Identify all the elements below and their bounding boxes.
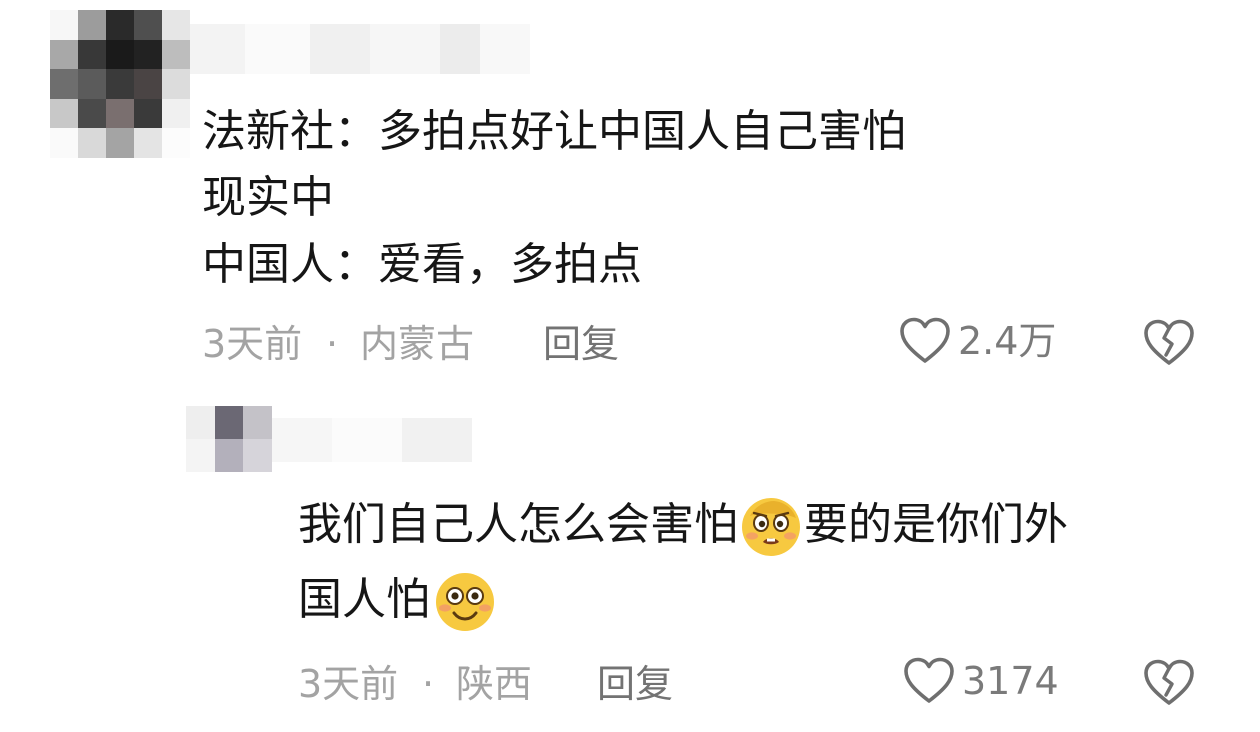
comment-text-line: 国人怕: [298, 567, 496, 633]
like-button[interactable]: 2.4万: [898, 316, 1056, 366]
comment-time: 3天前: [202, 322, 303, 366]
comment-text-line: 法新社：多拍点好让中国人自己害怕: [202, 106, 906, 157]
comment-text-line: 我们自己人怎么会害怕 要的是你们外: [298, 492, 1068, 558]
comment-text-line: 中国人：爱看，多拍点: [202, 239, 642, 290]
meta-separator: ·: [326, 322, 339, 366]
smiling-flushed-face-emoji: [436, 573, 494, 631]
reply-button[interactable]: 回复: [543, 320, 619, 368]
like-count: 2.4万: [958, 319, 1057, 363]
comment-text-segment: 我们自己人怎么会害怕: [298, 499, 738, 550]
heart-outline-icon: [900, 317, 950, 363]
comment-location: 内蒙古: [360, 322, 475, 366]
meta-separator: ·: [422, 662, 435, 706]
broken-heart-icon: [1144, 319, 1194, 365]
username-redacted[interactable]: [272, 418, 472, 462]
like-count: 3174: [962, 659, 1059, 703]
comment-location: 陕西: [456, 662, 533, 706]
avatar[interactable]: [186, 406, 272, 472]
comment-text-line: 现实中: [202, 172, 334, 223]
dislike-button[interactable]: [1142, 318, 1196, 372]
comment-text-segment: 国人怕: [298, 574, 430, 625]
like-button[interactable]: 3174: [902, 656, 1059, 706]
username-redacted[interactable]: [190, 24, 530, 74]
fearful-face-emoji: [742, 498, 800, 556]
dislike-button[interactable]: [1142, 658, 1196, 712]
broken-heart-icon: [1144, 659, 1194, 705]
comment-text-segment: 要的是你们外: [804, 499, 1068, 550]
reply-button[interactable]: 回复: [597, 660, 673, 708]
heart-outline-icon: [904, 657, 954, 703]
comment-time: 3天前: [298, 662, 399, 706]
avatar[interactable]: [50, 10, 190, 158]
